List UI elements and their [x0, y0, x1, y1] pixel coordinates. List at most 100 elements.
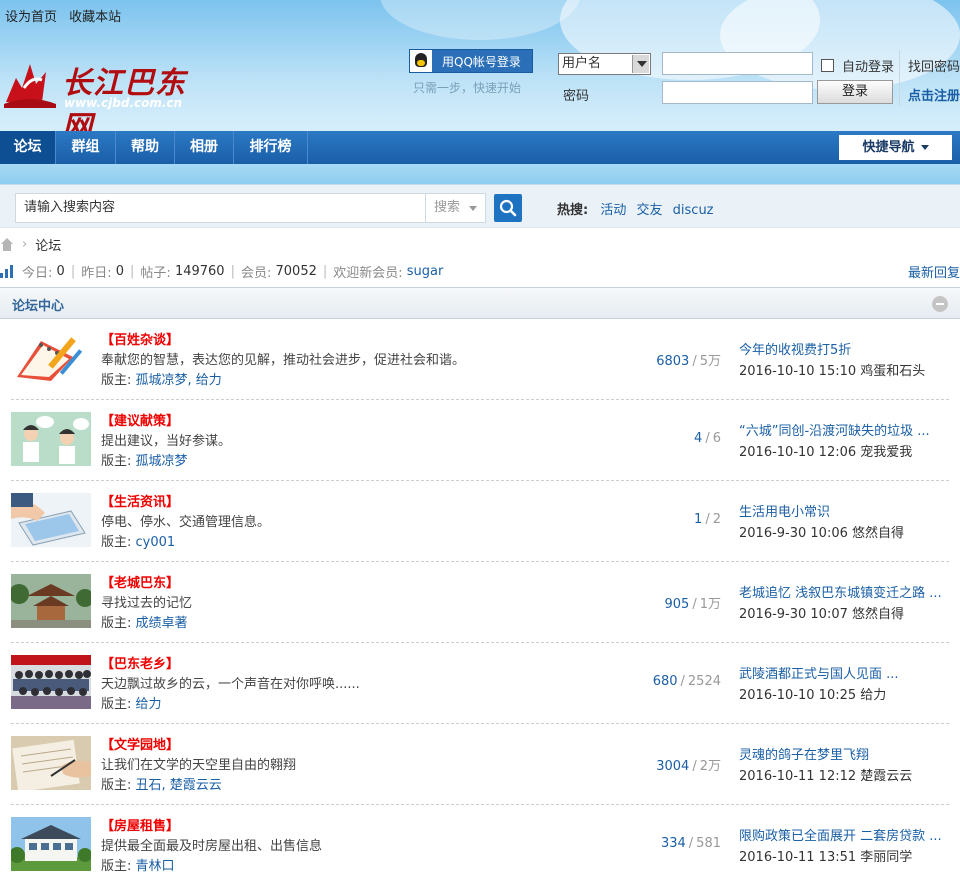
login-type-value: 用户名: [562, 56, 602, 71]
moderator-links[interactable]: 成绩卓著: [136, 616, 188, 631]
forum-counts: 680/2524: [652, 674, 721, 689]
set-homepage-link[interactable]: 设为首页: [5, 10, 57, 25]
forum-name[interactable]: 【建议献策】: [101, 410, 179, 429]
forum-name[interactable]: 【文学园地】: [101, 734, 179, 753]
hot-keyword[interactable]: 交友: [637, 203, 663, 218]
forum-row: 【房屋租售】 提供最全面最及时房屋出租、出售信息 版主: 青林口 334/581…: [0, 805, 960, 873]
last-post-user[interactable]: 鸡蛋和石头: [860, 364, 925, 379]
last-post-user[interactable]: 悠然自得: [852, 607, 904, 622]
divider: |: [230, 264, 235, 279]
caret-down-icon: [920, 145, 929, 150]
last-post-meta: 2016-10-11 13:51 李丽同学: [739, 846, 912, 865]
moderator-links[interactable]: 给力: [136, 697, 162, 712]
main-nav: 论坛 群组 帮助 相册 排行榜: [0, 131, 960, 164]
last-post-title[interactable]: 今年的收视费打5折: [739, 339, 960, 358]
hot-keyword[interactable]: 活动: [600, 203, 626, 218]
find-password-link[interactable]: 找回密码: [908, 56, 960, 75]
forum-name[interactable]: 【巴东老乡】: [101, 653, 179, 672]
qq-login-button[interactable]: 用QQ帐号登录: [409, 49, 533, 73]
house-icon: [11, 817, 91, 871]
divider: |: [70, 264, 76, 279]
last-post-title[interactable]: 生活用电小常识: [739, 501, 960, 520]
today-count: 0: [56, 264, 65, 279]
last-post-user[interactable]: 悠然自得: [852, 526, 904, 541]
last-post-user[interactable]: 楚霞云云: [860, 769, 912, 784]
last-post-time: 2016-10-11 13:51: [739, 850, 857, 865]
forum-thumbnail[interactable]: [11, 574, 91, 628]
latest-reply-link[interactable]: 最新回复: [908, 262, 960, 281]
forum-name[interactable]: 【百姓杂谈】: [101, 329, 179, 348]
moderator-links[interactable]: 孤城凉梦: [136, 454, 188, 469]
last-post-title[interactable]: 灵魂的鸽子在梦里飞翔: [739, 744, 960, 763]
nav-item-groups[interactable]: 群组: [56, 131, 116, 164]
last-post-time: 2016-9-30 10:06: [739, 526, 848, 541]
bookmark-site-link[interactable]: 收藏本站: [69, 10, 121, 25]
collapse-icon[interactable]: [932, 296, 948, 312]
register-link[interactable]: 点击注册: [908, 85, 960, 104]
search-input[interactable]: 请输入搜索内容: [15, 193, 426, 223]
last-post-user[interactable]: 宠我爱我: [860, 445, 912, 460]
quick-nav-button[interactable]: 快捷导航: [839, 135, 952, 160]
nav-item-help[interactable]: 帮助: [116, 131, 175, 164]
auto-login-option[interactable]: 自动登录: [821, 56, 894, 75]
new-member-link[interactable]: sugar: [407, 264, 444, 279]
site-logo[interactable]: 长江巴东网 www.cjbd.com.cn: [0, 54, 200, 145]
forum-name[interactable]: 【老城巴东】: [101, 572, 179, 591]
moderator-label: 版主:: [101, 697, 132, 712]
login-button[interactable]: 登录: [817, 80, 893, 104]
forum-moderators: 版主: 孤城凉梦: [101, 450, 188, 469]
nav-item-album[interactable]: 相册: [175, 131, 234, 164]
last-post-title[interactable]: “六城”同创-沿渡河缺失的垃圾 ...: [739, 420, 960, 439]
moderator-label: 版主:: [101, 535, 132, 550]
last-post-user[interactable]: 给力: [860, 688, 886, 703]
search-button[interactable]: [494, 194, 522, 222]
home-icon[interactable]: [0, 237, 14, 252]
forum-name[interactable]: 【房屋租售】: [101, 815, 179, 834]
last-post-time: 2016-10-10 15:10: [739, 364, 857, 379]
thread-count: 3004: [656, 759, 690, 774]
last-post-meta: 2016-9-30 10:07 悠然自得: [739, 603, 904, 622]
top-links: 设为首页 收藏本站: [5, 6, 129, 25]
forum-thumbnail[interactable]: [11, 412, 91, 466]
moderator-links[interactable]: 丑石, 楚霞云云: [136, 778, 222, 793]
auto-login-checkbox[interactable]: [821, 59, 834, 72]
last-post-time: 2016-10-11 12:12: [739, 769, 857, 784]
hot-keyword[interactable]: discuz: [673, 203, 714, 218]
last-post-meta: 2016-9-30 10:06 悠然自得: [739, 522, 904, 541]
forum-thumbnail[interactable]: [11, 493, 91, 547]
moderator-links[interactable]: cy001: [136, 535, 176, 550]
username-input[interactable]: [662, 52, 813, 75]
hot-search: 热搜: 活动 交友 discuz: [557, 199, 720, 218]
forum-row: 【生活资讯】 停电、停水、交通管理信息。 版主: cy001 1/2 生活用电小…: [0, 481, 960, 562]
forum-thumbnail[interactable]: [11, 817, 91, 871]
moderator-links[interactable]: 青林口: [136, 859, 175, 873]
nav-item-forum[interactable]: 论坛: [0, 131, 56, 164]
password-input[interactable]: [662, 81, 813, 104]
nav-item-ranking[interactable]: 排行榜: [234, 131, 308, 164]
last-post-title[interactable]: 武陵酒都正式与国人见面 ...: [739, 663, 960, 682]
search-type-select[interactable]: 搜索: [426, 193, 486, 223]
forum-name[interactable]: 【生活资讯】: [101, 491, 179, 510]
posts-count: 149760: [174, 264, 225, 279]
forum-row: 【老城巴东】 寻找过去的记忆 版主: 成绩卓著 905/1万 老城追忆 浅叙巴东…: [0, 562, 960, 643]
breadcrumb-current[interactable]: 论坛: [35, 235, 61, 254]
last-post-user[interactable]: 李丽同学: [860, 850, 912, 865]
last-post-time: 2016-10-10 12:06: [739, 445, 857, 460]
moderator-label: 版主:: [101, 859, 132, 873]
forum-thumbnail[interactable]: [11, 736, 91, 790]
thread-count: 334: [660, 836, 686, 851]
section-title[interactable]: 论坛中心: [12, 295, 64, 314]
post-count: 2万: [699, 759, 721, 774]
moderator-links[interactable]: 孤城凉梦, 给力: [136, 373, 222, 388]
post-count: 6: [712, 431, 721, 446]
login-type-select[interactable]: 用户名: [558, 53, 651, 75]
last-post-title[interactable]: 老城追忆 浅叙巴东城镇变迁之路 ...: [739, 582, 960, 601]
forum-description: 让我们在文学的天空里自由的翱翔: [101, 758, 297, 773]
yesterday-label: 昨日:: [81, 266, 112, 281]
qq-login-label: 用QQ帐号登录: [442, 54, 521, 69]
qq-penguin-icon: [410, 50, 432, 72]
quick-nav-label: 快捷导航: [862, 140, 915, 155]
forum-thumbnail[interactable]: [11, 331, 91, 385]
last-post-title[interactable]: 限购政策已全面展开 二套房贷款 ...: [739, 825, 960, 844]
forum-thumbnail[interactable]: [11, 655, 91, 709]
